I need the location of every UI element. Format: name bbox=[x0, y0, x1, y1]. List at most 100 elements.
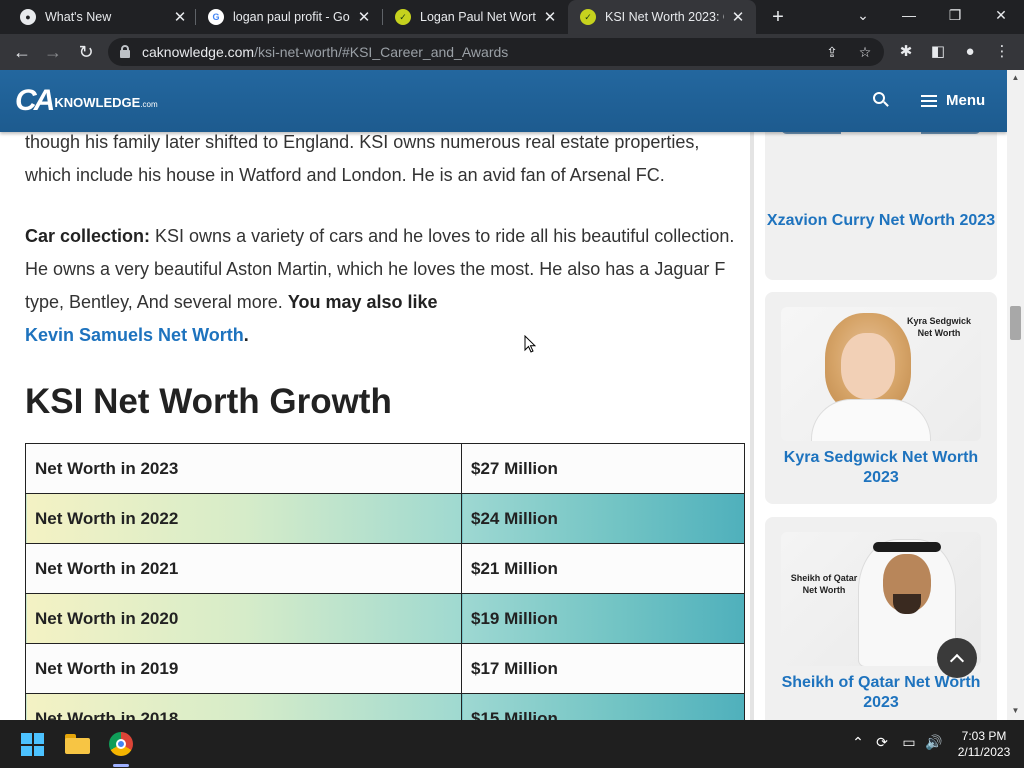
page-viewport: CA KNOWLEDGE.com Menu though his family … bbox=[0, 70, 1024, 720]
search-icon[interactable] bbox=[873, 92, 889, 108]
profile-icon[interactable]: ● bbox=[960, 42, 980, 62]
close-icon[interactable]: ✕ bbox=[730, 8, 746, 26]
table-cell-year: Net Worth in 2022 bbox=[25, 493, 462, 544]
windows-taskbar: ⌃ ⟳ ▭ 🔊 7:03 PM 2/11/2023 bbox=[0, 720, 1024, 768]
url-text: caknowledge.com/ksi-net-worth/#KSI_Caree… bbox=[142, 44, 509, 60]
close-icon[interactable]: ✕ bbox=[172, 8, 188, 26]
tab-logan-paul[interactable]: ✓ Logan Paul Net Worth ✕ bbox=[383, 0, 568, 34]
also-like-label: You may also like bbox=[287, 292, 438, 312]
shirt-shape bbox=[811, 399, 931, 441]
section-heading: KSI Net Worth Growth bbox=[25, 382, 392, 421]
tab-google-search[interactable]: G logan paul profit - Goo ✕ bbox=[196, 0, 382, 34]
minimize-icon[interactable]: — bbox=[886, 0, 932, 30]
logo-mark: CA bbox=[15, 84, 55, 117]
window-close-icon[interactable]: ✕ bbox=[978, 0, 1024, 30]
logo-text: KNOWLEDGE.com bbox=[54, 94, 158, 110]
forward-arrow-icon[interactable]: → bbox=[40, 39, 66, 65]
chrome-taskbar-icon[interactable] bbox=[109, 732, 133, 756]
back-to-top-button[interactable] bbox=[937, 638, 977, 678]
file-explorer-icon[interactable] bbox=[65, 734, 90, 754]
card-caption[interactable]: Xzavion Curry Net Worth 2023 bbox=[765, 211, 997, 231]
tab-whats-new[interactable]: ● What's New ✕ bbox=[8, 0, 198, 34]
new-tab-button[interactable]: + bbox=[766, 5, 790, 29]
tab-title: KSI Net Worth 2023: Ca bbox=[605, 10, 724, 24]
paragraph-car-collection: Car collection: KSI owns a variety of ca… bbox=[25, 220, 741, 352]
share-icon[interactable]: ⇪ bbox=[822, 42, 842, 62]
thumbnail-image[interactable]: Kyra Sedgwick Net Worth bbox=[781, 307, 981, 441]
table-cell-year: Net Worth in 2020 bbox=[25, 593, 462, 644]
table-row: Net Worth in 2023 $27 Million bbox=[25, 443, 745, 494]
back-arrow-icon[interactable]: ← bbox=[9, 39, 35, 65]
table-row: Net Worth in 2021 $21 Million bbox=[25, 543, 745, 594]
page-scrollbar[interactable]: ▲ ▼ bbox=[1007, 70, 1024, 720]
related-card-kyra[interactable]: Kyra Sedgwick Net Worth Kyra Sedgwick Ne… bbox=[765, 292, 997, 504]
clock-date: 2/11/2023 bbox=[957, 745, 1011, 759]
table-cell-value: $15 Million bbox=[461, 693, 745, 720]
card-caption[interactable]: Sheikh of Qatar Net Worth 2023 bbox=[765, 673, 997, 713]
paragraph-real-estate: though his family later shifted to Engla… bbox=[25, 132, 700, 185]
table-row: Net Worth in 2020 $19 Million bbox=[25, 593, 745, 644]
table-cell-value: $21 Million bbox=[461, 543, 745, 594]
table-cell-value: $27 Million bbox=[461, 443, 745, 494]
tab-strip: ● What's New ✕ G logan paul profit - Goo… bbox=[0, 0, 1024, 34]
thumbnail-label: Kyra Sedgwick Net Worth bbox=[906, 316, 972, 338]
lock-icon bbox=[120, 45, 130, 58]
table-cell-value: $19 Million bbox=[461, 593, 745, 644]
hamburger-icon bbox=[921, 94, 937, 107]
chevron-up-icon[interactable]: ⌃ bbox=[848, 734, 868, 751]
table-cell-year: Net Worth in 2023 bbox=[25, 443, 462, 494]
scrollbar-thumb[interactable] bbox=[1010, 306, 1021, 340]
sync-icon[interactable]: ⟳ bbox=[872, 734, 892, 751]
net-worth-table: Net Worth in 2023 $27 Million Net Worth … bbox=[25, 443, 745, 720]
period: . bbox=[243, 325, 249, 345]
beard-shape bbox=[893, 594, 921, 614]
reload-icon[interactable]: ↻ bbox=[73, 39, 99, 65]
clock-time: 7:03 PM bbox=[961, 729, 1007, 743]
content-divider bbox=[750, 132, 754, 720]
table-cell-value: $24 Million bbox=[461, 493, 745, 544]
volume-icon[interactable]: 🔊 bbox=[924, 734, 944, 751]
chrome-icon: ● bbox=[20, 9, 36, 25]
menu-label: Menu bbox=[946, 92, 986, 109]
close-icon[interactable]: ✕ bbox=[356, 8, 372, 26]
site-logo[interactable]: CA KNOWLEDGE.com bbox=[15, 84, 158, 118]
close-icon[interactable]: ✕ bbox=[542, 8, 558, 26]
scroll-up-arrow-icon[interactable]: ▲ bbox=[1007, 73, 1024, 82]
table-row: Net Worth in 2018 $15 Million bbox=[25, 693, 745, 720]
table-row: Net Worth in 2019 $17 Million bbox=[25, 643, 745, 694]
card-caption[interactable]: Kyra Sedgwick Net Worth 2023 bbox=[765, 448, 997, 488]
menu-button[interactable]: Menu bbox=[921, 92, 985, 109]
active-app-indicator bbox=[113, 764, 129, 767]
chevron-up-icon bbox=[949, 653, 965, 668]
system-clock[interactable]: 7:03 PM 2/11/2023 bbox=[951, 728, 1017, 760]
network-icon[interactable]: ▭ bbox=[899, 734, 919, 751]
table-cell-value: $17 Million bbox=[461, 643, 745, 694]
side-panel-icon[interactable]: ◧ bbox=[928, 42, 948, 62]
table-cell-year: Net Worth in 2021 bbox=[25, 543, 462, 594]
face-shape bbox=[841, 333, 895, 399]
tab-ksi-active[interactable]: ✓ KSI Net Worth 2023: Ca ✕ bbox=[568, 0, 756, 34]
extensions-puzzle-icon[interactable]: ✱ bbox=[896, 42, 916, 62]
related-article-link[interactable]: Kevin Samuels Net Worth bbox=[25, 325, 244, 345]
car-collection-label: Car collection: bbox=[25, 226, 151, 246]
tab-title: What's New bbox=[45, 10, 112, 24]
table-row: Net Worth in 2022 $24 Million bbox=[25, 493, 745, 544]
google-icon: G bbox=[208, 9, 224, 25]
bookmark-star-icon[interactable]: ☆ bbox=[855, 42, 875, 62]
thumbnail-label: Sheikh of Qatar Net Worth bbox=[790, 573, 858, 595]
scroll-down-arrow-icon[interactable]: ▼ bbox=[1007, 706, 1024, 715]
agal-shape bbox=[873, 542, 941, 552]
site-header: CA KNOWLEDGE.com Menu bbox=[0, 70, 1007, 132]
more-menu-icon[interactable]: ⋮ bbox=[992, 42, 1012, 62]
tab-title: Logan Paul Net Worth bbox=[420, 10, 536, 24]
address-bar[interactable]: caknowledge.com/ksi-net-worth/#KSI_Caree… bbox=[108, 38, 884, 66]
mouse-cursor-icon bbox=[524, 335, 536, 353]
table-cell-year: Net Worth in 2019 bbox=[25, 643, 462, 694]
table-cell-year: Net Worth in 2018 bbox=[25, 693, 462, 720]
restore-icon[interactable]: ❐ bbox=[932, 0, 978, 30]
browser-toolbar: ← → ↻ caknowledge.com/ksi-net-worth/#KSI… bbox=[0, 34, 1024, 70]
tab-title: logan paul profit - Goo bbox=[233, 10, 350, 24]
windows-start-icon[interactable] bbox=[21, 733, 44, 756]
tab-search-chevron-icon[interactable]: ⌄ bbox=[840, 0, 886, 30]
related-card-qatar[interactable]: Sheikh of Qatar Net Worth Sheikh of Qata… bbox=[765, 517, 997, 720]
